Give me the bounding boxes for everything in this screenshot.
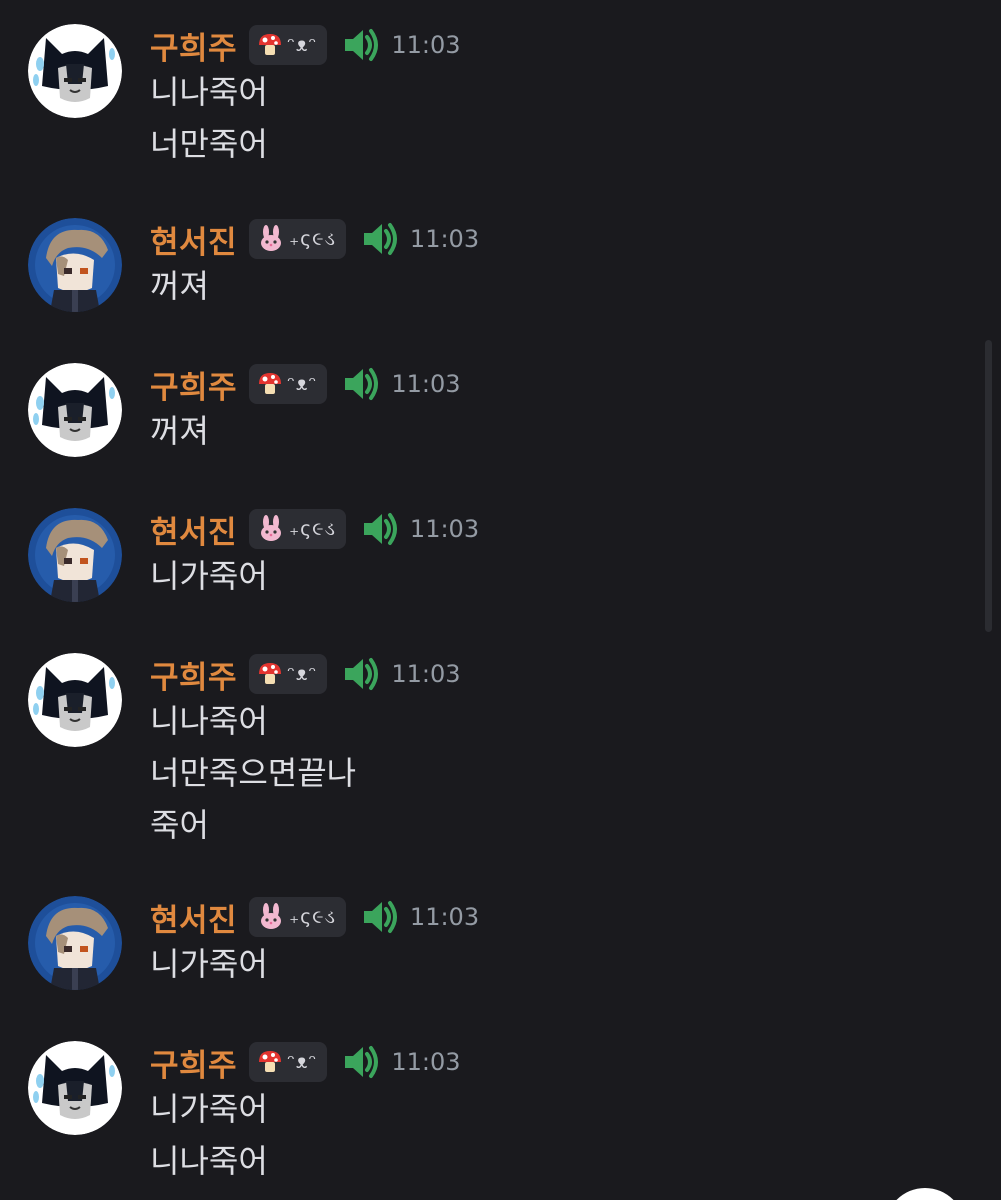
bunny-icon: [261, 225, 282, 251]
message-line: 너만죽어: [150, 125, 268, 163]
username[interactable]: 구희주: [150, 1040, 237, 1085]
username[interactable]: 현서진: [150, 217, 237, 262]
mushroom-icon: [259, 34, 282, 55]
timestamp: 11:03: [391, 31, 461, 59]
message-body: 니가죽어 니나죽어: [150, 1083, 268, 1187]
mushroom-icon: [259, 1051, 282, 1072]
message-line: 니나죽어: [150, 702, 268, 740]
cat-avatar-icon: [28, 363, 122, 457]
timestamp: 11:03: [391, 370, 461, 398]
tag-text: ᵔᴥᵔ: [287, 33, 318, 56]
avatar-hyunseojin[interactable]: [28, 508, 122, 602]
speaker-icon: [363, 513, 397, 545]
message-line: 니나죽어: [150, 73, 268, 111]
username[interactable]: 구희주: [150, 652, 237, 697]
message-line: 죽어: [150, 806, 209, 844]
user-tag[interactable]: ₊ς૯ડ: [249, 897, 346, 937]
message-header: 현서진 ₊ς૯ડ 11:03: [150, 507, 480, 552]
message-header: 현서진 ₊ς૯ડ 11:03: [150, 895, 480, 940]
username[interactable]: 구희주: [150, 23, 237, 68]
timestamp: 11:03: [409, 515, 480, 543]
user-tag[interactable]: ₊ς૯ડ: [249, 509, 346, 549]
cat-avatar-icon: [28, 1041, 122, 1135]
speaker-icon: [345, 658, 379, 690]
avatar-hyunseojin[interactable]: [28, 218, 122, 312]
boy-avatar-icon: [28, 896, 122, 990]
username[interactable]: 현서진: [150, 507, 237, 552]
speaker-icon: [345, 29, 379, 61]
user-tag[interactable]: ᵔᴥᵔ: [249, 1042, 328, 1082]
message-body: 꺼져: [150, 405, 209, 457]
user-tag[interactable]: ᵔᴥᵔ: [249, 25, 328, 65]
timestamp: 11:03: [409, 225, 480, 253]
tag-text: ₊ς૯ડ: [289, 228, 336, 250]
tag-text: ₊ς૯ડ: [289, 906, 336, 928]
user-tag[interactable]: ᵔᴥᵔ: [249, 364, 328, 404]
message-body: 니나죽어 너만죽으면끝나 죽어: [150, 695, 356, 851]
avatar-guheeju[interactable]: [28, 1041, 122, 1135]
message-line: 꺼져: [150, 267, 209, 305]
message-body: 니가죽어: [150, 550, 268, 602]
username[interactable]: 구희주: [150, 362, 237, 407]
user-tag[interactable]: ᵔᴥᵔ: [249, 654, 328, 694]
boy-avatar-icon: [28, 218, 122, 312]
message-line: 니가죽어: [150, 945, 268, 983]
tag-text: ᵔᴥᵔ: [287, 1050, 318, 1073]
boy-avatar-icon: [28, 508, 122, 602]
chat-view: 구희주 ᵔᴥᵔ 11:03 니나죽어 너만죽어 현서진 ₊ς૯ડ 11:03 꺼…: [0, 0, 1001, 1200]
avatar-guheeju[interactable]: [28, 24, 122, 118]
message-header: 구희주 ᵔᴥᵔ 11:03: [150, 362, 461, 407]
bunny-icon: [261, 515, 282, 541]
avatar-guheeju[interactable]: [28, 363, 122, 457]
speaker-icon: [345, 368, 379, 400]
username[interactable]: 현서진: [150, 895, 237, 940]
mushroom-icon: [259, 663, 282, 684]
message-header: 구희주 ᵔᴥᵔ 11:03: [150, 1040, 461, 1085]
message-body: 꺼져: [150, 260, 209, 312]
message-body: 니나죽어 너만죽어: [150, 66, 268, 170]
speaker-icon: [363, 901, 397, 933]
cat-avatar-icon: [28, 653, 122, 747]
floating-button-edge[interactable]: [885, 1188, 965, 1200]
avatar-guheeju[interactable]: [28, 653, 122, 747]
timestamp: 11:03: [391, 660, 461, 688]
message-header: 현서진 ₊ς૯ડ 11:03: [150, 217, 480, 262]
message-header: 구희주 ᵔᴥᵔ 11:03: [150, 23, 461, 68]
timestamp: 11:03: [409, 903, 480, 931]
tag-text: ₊ς૯ડ: [289, 518, 336, 540]
avatar-hyunseojin[interactable]: [28, 896, 122, 990]
timestamp: 11:03: [391, 1048, 461, 1076]
mushroom-icon: [259, 373, 282, 394]
cat-avatar-icon: [28, 24, 122, 118]
message-line: 니가죽어: [150, 1090, 268, 1128]
message-line: 니가죽어: [150, 557, 268, 595]
user-tag[interactable]: ₊ς૯ડ: [249, 219, 346, 259]
speaker-icon: [363, 223, 397, 255]
message-line: 꺼져: [150, 412, 209, 450]
message-line: 니나죽어: [150, 1142, 268, 1180]
message-header: 구희주 ᵔᴥᵔ 11:03: [150, 652, 461, 697]
bunny-icon: [261, 903, 282, 929]
tag-text: ᵔᴥᵔ: [287, 372, 318, 395]
speaker-icon: [345, 1046, 379, 1078]
message-body: 니가죽어: [150, 938, 268, 990]
message-line: 너만죽으면끝나: [150, 754, 357, 792]
scrollbar[interactable]: [985, 340, 992, 632]
tag-text: ᵔᴥᵔ: [287, 662, 318, 685]
